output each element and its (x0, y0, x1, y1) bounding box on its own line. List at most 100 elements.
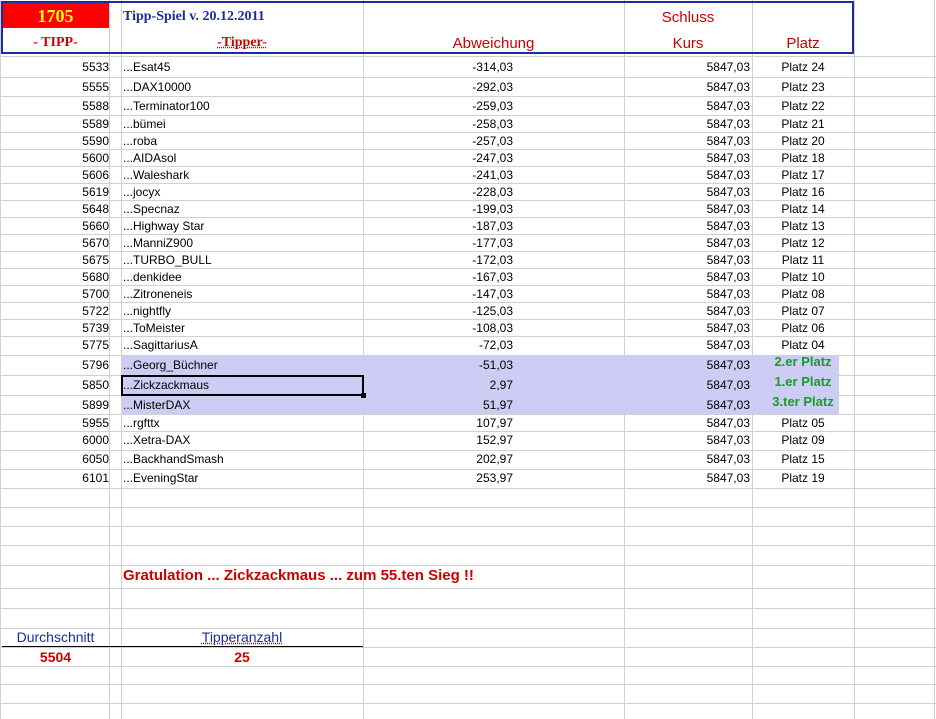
tipper-cell[interactable]: ...MisterDAX (123, 398, 361, 412)
tipp-cell[interactable]: 5899 (2, 398, 109, 412)
kurs-cell[interactable]: 5847,03 (624, 168, 750, 182)
platz-cell[interactable]: Platz 05 (752, 416, 854, 430)
tipp-cell[interactable]: 5588 (2, 99, 109, 113)
tipper-cell[interactable]: ...ToMeister (123, 321, 361, 335)
platz-cell[interactable]: 3.ter Platz (752, 395, 854, 409)
durchschnitt-value[interactable]: 5504 (2, 649, 109, 665)
kurs-cell[interactable]: 5847,03 (624, 378, 750, 392)
kurs-cell[interactable]: 5847,03 (624, 134, 750, 148)
abweichung-cell[interactable]: 152,97 (363, 433, 513, 447)
platz-cell[interactable]: 1.er Platz (752, 375, 854, 389)
fill-handle[interactable] (361, 393, 366, 398)
tipp-cell[interactable]: 5606 (2, 168, 109, 182)
kurs-cell[interactable]: 5847,03 (624, 338, 750, 352)
tipper-cell[interactable]: ...ManniZ900 (123, 236, 361, 250)
tipp-cell[interactable]: 5619 (2, 185, 109, 199)
platz-cell[interactable]: Platz 24 (752, 60, 854, 74)
tipper-cell[interactable]: ...Esat45 (123, 60, 361, 74)
tipper-cell[interactable]: ...jocyx (123, 185, 361, 199)
tipper-cell[interactable]: ...SagittariusA (123, 338, 361, 352)
tipper-cell[interactable]: ...TURBO_BULL (123, 253, 361, 267)
platz-cell[interactable]: Platz 06 (752, 321, 854, 335)
abweichung-cell[interactable]: -199,03 (363, 202, 513, 216)
platz-cell[interactable]: Platz 08 (752, 287, 854, 301)
kurs-cell[interactable]: 5847,03 (624, 117, 750, 131)
abweichung-cell[interactable]: -247,03 (363, 151, 513, 165)
abweichung-cell[interactable]: -241,03 (363, 168, 513, 182)
kurs-cell[interactable]: 5847,03 (624, 304, 750, 318)
kurs-cell[interactable]: 5847,03 (624, 433, 750, 447)
tipp-cell[interactable]: 5775 (2, 338, 109, 352)
tipper-cell[interactable]: ...BackhandSmash (123, 452, 361, 466)
tipper-cell[interactable]: ...Terminator100 (123, 99, 361, 113)
platz-cell[interactable]: Platz 18 (752, 151, 854, 165)
tipp-cell[interactable]: 5590 (2, 134, 109, 148)
tipp-cell[interactable]: 5648 (2, 202, 109, 216)
tipp-cell[interactable]: 5722 (2, 304, 109, 318)
tipper-cell[interactable]: ...Georg_Büchner (123, 358, 361, 372)
tipper-cell[interactable]: ...Xetra-DAX (123, 433, 361, 447)
kurs-cell[interactable]: 5847,03 (624, 398, 750, 412)
kurs-cell[interactable]: 5847,03 (624, 416, 750, 430)
abweichung-cell[interactable]: -292,03 (363, 80, 513, 94)
kurs-cell[interactable]: 5847,03 (624, 99, 750, 113)
tipp-cell[interactable]: 5850 (2, 378, 109, 392)
active-cell-selection[interactable] (121, 375, 364, 396)
tipper-cell[interactable]: ...rgfttx (123, 416, 361, 430)
kurs-cell[interactable]: 5847,03 (624, 471, 750, 485)
tipper-cell[interactable]: ...Zitroneneis (123, 287, 361, 301)
kurs-cell[interactable]: 5847,03 (624, 452, 750, 466)
platz-cell[interactable]: Platz 13 (752, 219, 854, 233)
tipp-cell[interactable]: 5600 (2, 151, 109, 165)
abweichung-cell[interactable]: -51,03 (363, 358, 513, 372)
tipper-cell[interactable]: ...AIDAsol (123, 151, 361, 165)
platz-cell[interactable]: Platz 14 (752, 202, 854, 216)
abweichung-cell[interactable]: 2,97 (363, 378, 513, 392)
abweichung-cell[interactable]: -167,03 (363, 270, 513, 284)
platz-cell[interactable]: Platz 09 (752, 433, 854, 447)
abweichung-cell[interactable]: 51,97 (363, 398, 513, 412)
abweichung-cell[interactable]: -125,03 (363, 304, 513, 318)
tipper-cell[interactable]: ...Waleshark (123, 168, 361, 182)
tipper-cell[interactable]: ...denkidee (123, 270, 361, 284)
tipp-cell[interactable]: 6000 (2, 433, 109, 447)
tipp-cell[interactable]: 5533 (2, 60, 109, 74)
tipper-cell[interactable]: ...Specnaz (123, 202, 361, 216)
platz-cell[interactable]: Platz 20 (752, 134, 854, 148)
platz-cell[interactable]: Platz 07 (752, 304, 854, 318)
abweichung-cell[interactable]: -257,03 (363, 134, 513, 148)
tipper-cell[interactable]: ...DAX10000 (123, 80, 361, 94)
kurs-cell[interactable]: 5847,03 (624, 185, 750, 199)
abweichung-cell[interactable]: -228,03 (363, 185, 513, 199)
abweichung-cell[interactable]: -258,03 (363, 117, 513, 131)
platz-cell[interactable]: Platz 15 (752, 452, 854, 466)
abweichung-cell[interactable]: -147,03 (363, 287, 513, 301)
tipp-cell[interactable]: 5955 (2, 416, 109, 430)
abweichung-cell[interactable]: -314,03 (363, 60, 513, 74)
tipp-cell[interactable]: 6101 (2, 471, 109, 485)
kurs-cell[interactable]: 5847,03 (624, 270, 750, 284)
platz-cell[interactable]: Platz 10 (752, 270, 854, 284)
platz-cell[interactable]: Platz 12 (752, 236, 854, 250)
kurs-cell[interactable]: 5847,03 (624, 287, 750, 301)
abweichung-cell[interactable]: -72,03 (363, 338, 513, 352)
kurs-cell[interactable]: 5847,03 (624, 236, 750, 250)
tipp-cell[interactable]: 5555 (2, 80, 109, 94)
tipper-cell[interactable]: ...bümei (123, 117, 361, 131)
tipp-cell[interactable]: 5660 (2, 219, 109, 233)
abweichung-cell[interactable]: -259,03 (363, 99, 513, 113)
platz-cell[interactable]: Platz 23 (752, 80, 854, 94)
kurs-cell[interactable]: 5847,03 (624, 321, 750, 335)
abweichung-cell[interactable]: -187,03 (363, 219, 513, 233)
tipp-cell[interactable]: 5675 (2, 253, 109, 267)
kurs-cell[interactable]: 5847,03 (624, 202, 750, 216)
platz-cell[interactable]: Platz 17 (752, 168, 854, 182)
platz-cell[interactable]: 2.er Platz (752, 355, 854, 369)
tipp-cell[interactable]: 5739 (2, 321, 109, 335)
abweichung-cell[interactable]: 107,97 (363, 416, 513, 430)
platz-cell[interactable]: Platz 11 (752, 253, 854, 267)
tipp-cell[interactable]: 5680 (2, 270, 109, 284)
platz-cell[interactable]: Platz 04 (752, 338, 854, 352)
kurs-cell[interactable]: 5847,03 (624, 60, 750, 74)
abweichung-cell[interactable]: -108,03 (363, 321, 513, 335)
